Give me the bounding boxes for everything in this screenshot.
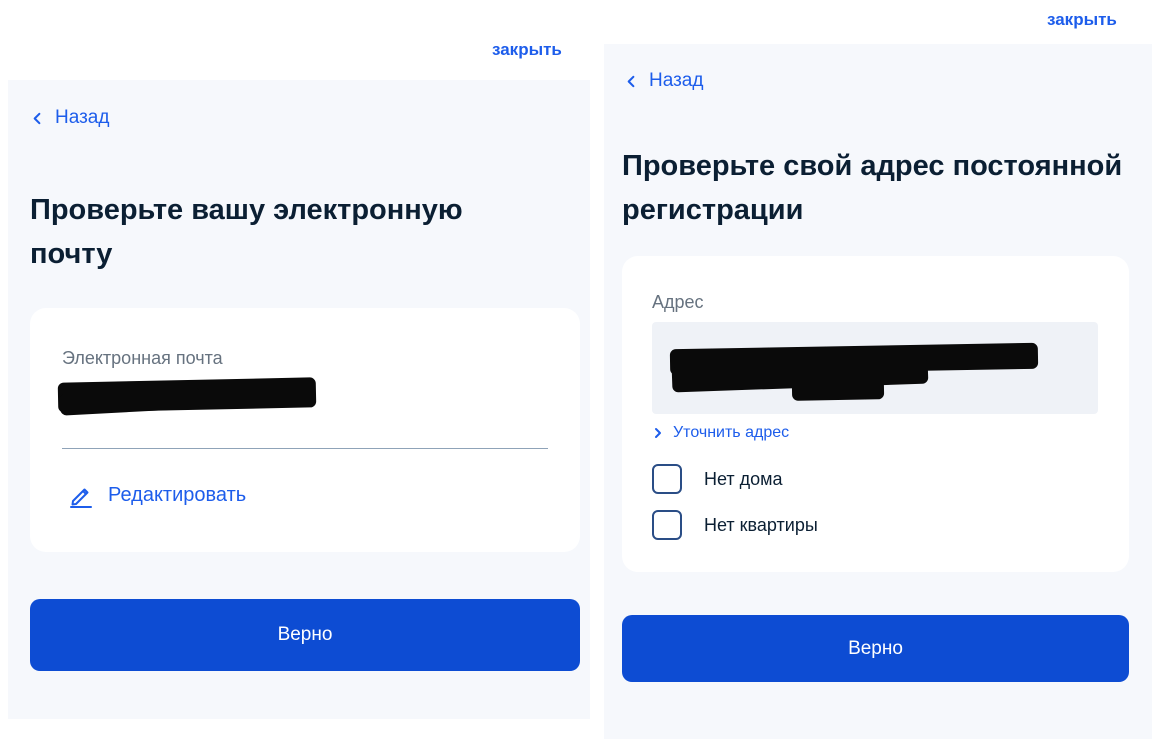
- chevron-left-icon: [627, 75, 635, 87]
- back-label: Назад: [55, 107, 110, 128]
- chevron-left-icon: [33, 112, 41, 124]
- no-apartment-label: Нет квартиры: [704, 514, 818, 535]
- no-house-label: Нет дома: [704, 468, 783, 489]
- left-close-link[interactable]: закрыть: [492, 40, 562, 60]
- left-back-link[interactable]: Назад: [30, 107, 109, 129]
- chevron-right-icon: [655, 428, 661, 438]
- no-apartment-checkbox-row[interactable]: Нет квартиры: [652, 510, 818, 540]
- refine-label: Уточнить адрес: [673, 424, 790, 441]
- email-value-redacted: [57, 377, 320, 416]
- no-house-checkbox[interactable]: [652, 464, 682, 494]
- email-field-underline: [62, 448, 548, 449]
- confirm-address-button[interactable]: Верно: [622, 615, 1129, 682]
- pencil-icon: [70, 488, 92, 508]
- refine-address-link[interactable]: Уточнить адрес: [652, 424, 789, 442]
- no-house-checkbox-row[interactable]: Нет дома: [652, 464, 783, 494]
- left-email-screen: Назад Проверьте вашу электронную почту Э…: [8, 80, 590, 719]
- edit-label: Редактировать: [108, 483, 247, 506]
- right-address-screen: Назад Проверьте свой адрес постоянной ре…: [604, 44, 1152, 739]
- address-field-label: Адрес: [652, 292, 704, 312]
- email-card: Электронная почта Редактировать: [30, 308, 580, 552]
- confirm-email-button[interactable]: Верно: [30, 599, 580, 671]
- address-value-redacted: [652, 322, 1098, 414]
- right-close-link[interactable]: закрыть: [1047, 10, 1117, 30]
- back-label: Назад: [649, 70, 704, 91]
- no-apartment-checkbox[interactable]: [652, 510, 682, 540]
- right-back-link[interactable]: Назад: [624, 70, 703, 92]
- page-title: Проверьте свой адрес постоянной регистра…: [622, 150, 1123, 226]
- page-title: Проверьте вашу электронную почту: [30, 194, 463, 270]
- edit-email-link[interactable]: Редактировать: [68, 482, 246, 508]
- address-card: Адрес Уточнить адрес Нет дома Нет кварти…: [622, 256, 1129, 572]
- email-field-label: Электронная почта: [62, 348, 223, 368]
